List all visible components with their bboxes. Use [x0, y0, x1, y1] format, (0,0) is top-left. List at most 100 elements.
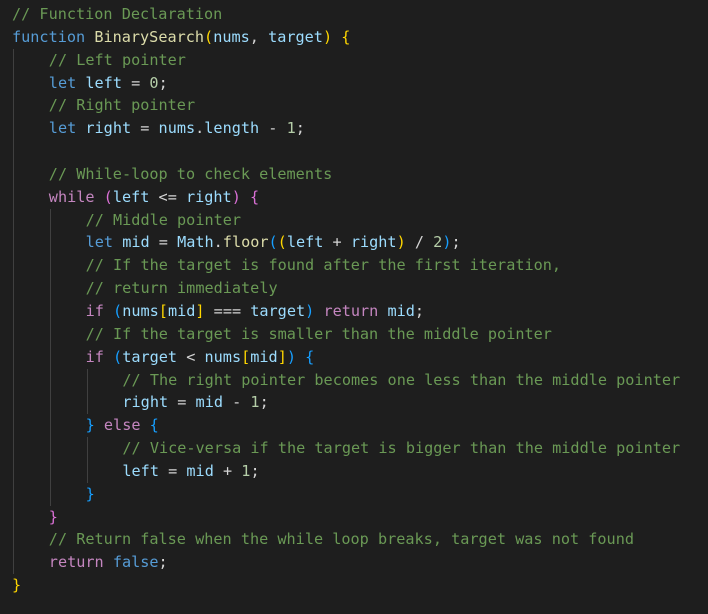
code-token-plain: ; [158, 73, 168, 92]
indent-guide [49, 414, 51, 438]
code-token-b3: ) [286, 347, 296, 366]
code-line[interactable]: let left = 0; [0, 71, 708, 95]
code-token-comment: // Left pointer [48, 50, 186, 69]
code-token-func: floor [222, 233, 269, 252]
code-token-plain: - [222, 393, 251, 412]
code-token-plain: = [121, 73, 150, 92]
code-line[interactable]: // If the target is found after the firs… [0, 254, 708, 278]
code-line[interactable]: } [0, 574, 708, 597]
code-line[interactable]: left = mid + 1; [0, 459, 708, 483]
code-token-plain: = [168, 393, 196, 412]
code-token-var: mid [387, 301, 415, 320]
indent-guide [13, 254, 14, 278]
code-token-plain: + [323, 233, 351, 252]
code-line[interactable]: // Middle pointer [0, 208, 708, 232]
code-token-plain: ; [259, 393, 269, 412]
indent-guide [13, 322, 14, 346]
code-line[interactable]: // Vice-versa if the target is bigger th… [0, 437, 708, 460]
code-line[interactable]: return false; [0, 551, 708, 575]
code-line[interactable]: // The right pointer becomes one less th… [0, 368, 708, 392]
code-token-control: return [323, 301, 379, 320]
indent-guide [86, 437, 88, 460]
code-token-comment: // While-loop to check elements [48, 164, 333, 183]
code-token-b3: ( [113, 347, 123, 366]
code-token-b3: { [149, 416, 159, 435]
code-line[interactable]: // If the target is smaller than the mid… [0, 322, 708, 346]
indent-guide [86, 368, 88, 392]
code-token-b1: ( [204, 27, 214, 46]
indent-guide [49, 299, 51, 323]
code-token-b1: ) [322, 27, 333, 46]
code-line[interactable]: function BinarySearch(nums, target) { [0, 26, 708, 49]
code-token-var: right [185, 187, 232, 206]
code-line[interactable]: // Left pointer [0, 48, 708, 72]
code-line[interactable] [0, 140, 708, 163]
indent-guide [13, 482, 14, 506]
indent-guide [49, 322, 51, 346]
code-token-keyword: let [48, 73, 77, 92]
indent-guide [49, 482, 51, 506]
code-line[interactable]: // Return false when the while loop brea… [0, 528, 708, 552]
indent-guide [13, 185, 14, 209]
code-token-var: length [204, 119, 260, 138]
code-token-keyword: let [85, 233, 114, 252]
indent-guide [49, 254, 51, 278]
code-token-plain: . [195, 119, 205, 138]
code-token-b1: } [12, 576, 22, 595]
indent-guide [13, 345, 14, 369]
code-token-num: 0 [149, 73, 159, 92]
code-line[interactable]: right = mid - 1; [0, 391, 708, 415]
code-line[interactable]: // Function Declaration [0, 3, 708, 26]
code-token-plain: , [249, 27, 269, 46]
indent-guide [13, 459, 14, 483]
code-token-var: mid [167, 301, 196, 320]
code-token-b3: ( [268, 233, 278, 252]
code-token-keyword: false [112, 553, 159, 572]
indent-guide [13, 117, 14, 141]
code-line[interactable]: if (target < nums[mid]) { [0, 345, 708, 369]
code-line[interactable]: } else { [0, 414, 708, 438]
indent-guide [13, 208, 14, 232]
code-token-var: mid [122, 233, 150, 252]
indent-guide [13, 368, 14, 392]
indent-guide [13, 551, 14, 575]
code-token-plain: / [405, 233, 434, 252]
code-token-plain: - [259, 119, 287, 138]
code-line[interactable]: let right = nums.length - 1; [0, 117, 708, 141]
code-token-b2: } [48, 507, 58, 526]
code-line[interactable]: while (left <= right) { [0, 185, 708, 209]
code-line[interactable]: } [0, 482, 708, 506]
code-token-func: BinarySearch [94, 27, 205, 46]
code-token-comment: // Right pointer [48, 96, 196, 115]
code-token-plain: = [149, 233, 178, 252]
code-token-var: mid [250, 347, 278, 366]
code-line[interactable]: // return immediately [0, 277, 708, 300]
code-line[interactable]: // Right pointer [0, 94, 708, 118]
indent-guide [13, 391, 14, 415]
code-line[interactable]: // While-loop to check elements [0, 162, 708, 186]
code-line[interactable]: } [0, 505, 708, 529]
code-token-num: 2 [433, 233, 443, 252]
indent-guide [49, 277, 51, 300]
code-token-plain: ; [158, 553, 168, 572]
code-token-plain: === [204, 301, 251, 320]
code-token-plain: = [131, 119, 159, 138]
indent-guide [13, 414, 14, 438]
code-line[interactable]: let mid = Math.floor((left + right) / 2)… [0, 231, 708, 255]
code-token-control: while [48, 187, 95, 206]
indent-guide [49, 368, 51, 392]
indent-guide [13, 505, 14, 529]
code-token-b1: ] [195, 301, 205, 320]
indent-guide [49, 437, 51, 460]
indent-guide [49, 208, 51, 232]
code-editor[interactable]: // Function Declaration function BinarySe… [0, 0, 708, 614]
code-token-b1: ( [277, 233, 287, 252]
indent-guide [86, 391, 88, 415]
code-line[interactable]: if (nums[mid] === target) return mid; [0, 299, 708, 323]
